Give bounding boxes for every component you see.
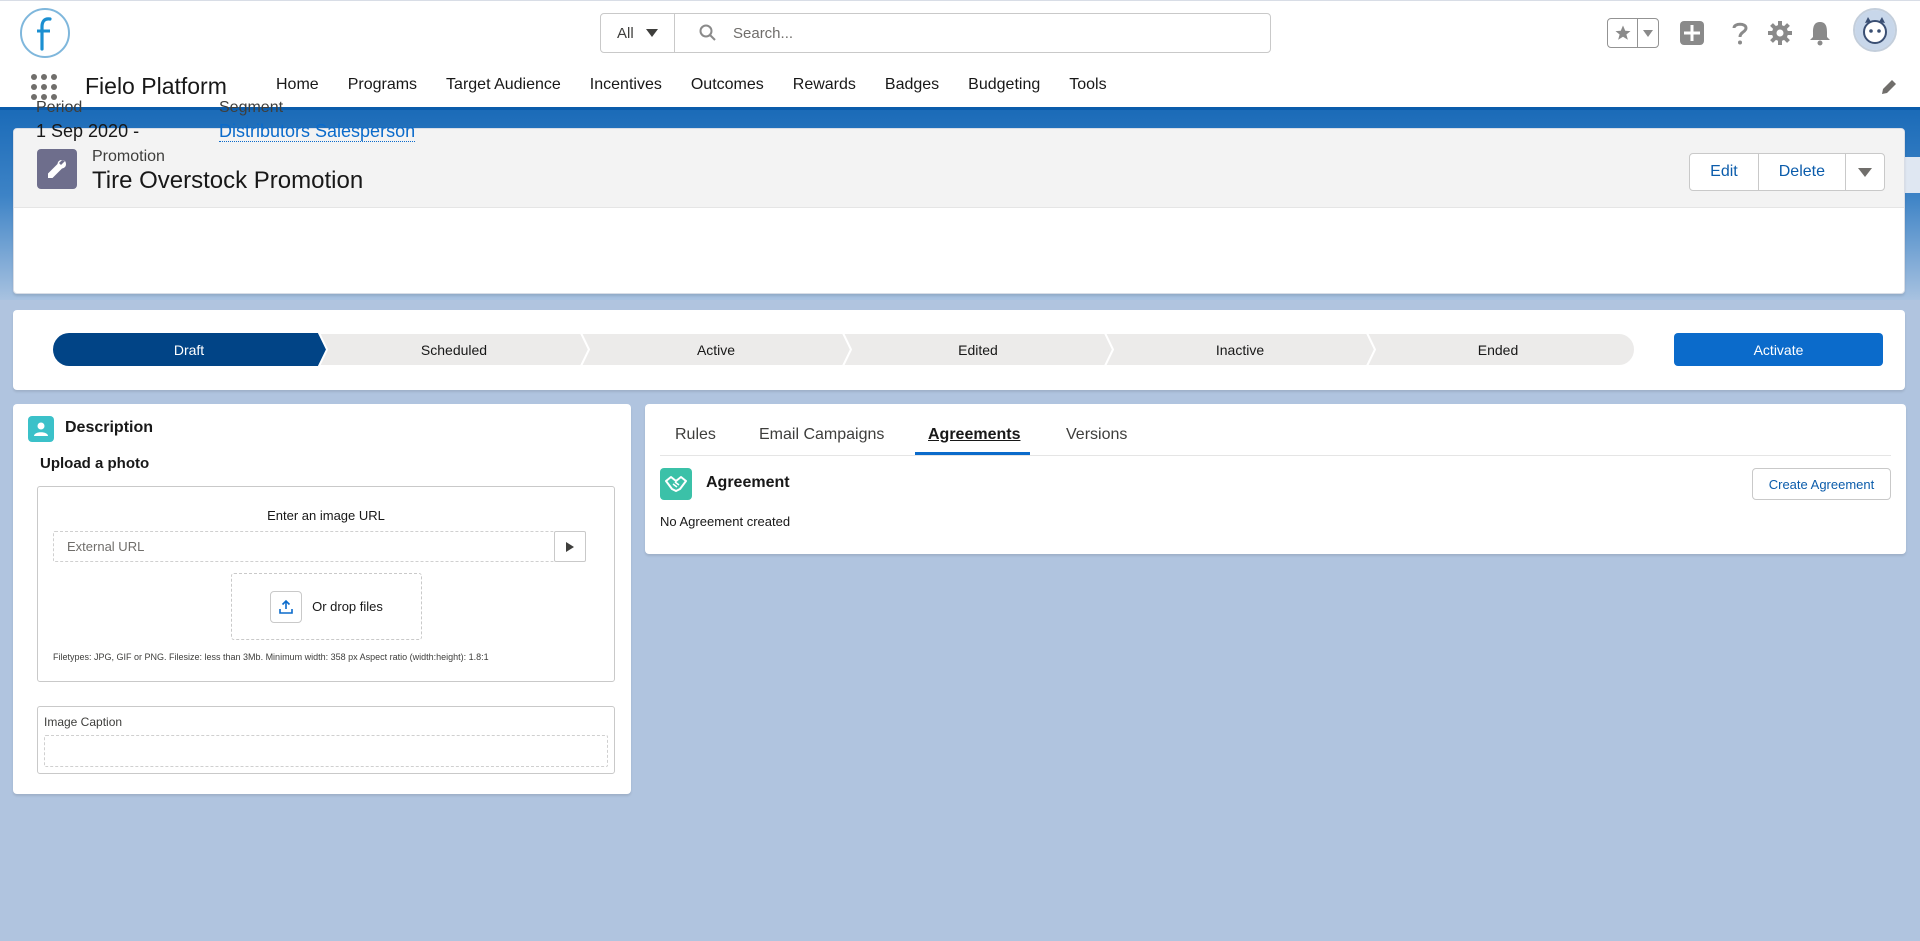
search-input[interactable] (733, 24, 1233, 42)
segment-link[interactable]: Distributors Salesperson (219, 121, 416, 142)
file-drop-zone[interactable]: Or drop files (231, 573, 422, 640)
period-label: Period (36, 99, 83, 116)
tab-rules[interactable]: Rules (675, 426, 716, 456)
app-launcher-icon[interactable] (30, 73, 58, 101)
filetypes-note: Filetypes: JPG, GIF or PNG. Filesize: le… (53, 652, 489, 662)
setup-button[interactable] (1766, 19, 1794, 47)
tab-versions[interactable]: Versions (1066, 426, 1127, 456)
path-stage-ended[interactable]: Ended (1367, 333, 1629, 366)
record-header: Promotion Tire Overstock Promotion Edit … (13, 128, 1905, 294)
help-icon (1732, 22, 1748, 45)
nav-item-rewards[interactable]: Rewards (793, 76, 856, 94)
active-tab-indicator (915, 452, 1030, 455)
nav-item-incentives[interactable]: Incentives (590, 76, 662, 94)
segment-value-wrap: Distributors Salesperson (219, 121, 416, 142)
path-stage-inactive[interactable]: Inactive (1109, 333, 1371, 366)
agreement-icon (660, 468, 692, 500)
image-caption-box: Image Caption (37, 706, 615, 774)
search-scope-label: All (617, 24, 634, 42)
image-caption-input[interactable] (44, 735, 608, 767)
image-upload-box: Enter an image URL Or drop files Filetyp… (37, 486, 615, 682)
bell-icon (1810, 22, 1830, 46)
create-agreement-button[interactable]: Create Agreement (1752, 468, 1891, 500)
related-tabs-card: Rules Email Campaigns Agreements Version… (645, 404, 1906, 554)
record-title: Tire Overstock Promotion (92, 167, 364, 194)
chevron-down-icon (645, 29, 658, 37)
agreement-title: Agreement (706, 474, 790, 491)
upload-photo-title: Upload a photo (40, 455, 150, 472)
app-logo[interactable] (20, 8, 70, 58)
gear-icon (1768, 21, 1792, 45)
description-card: Description Upload a photo Enter an imag… (13, 404, 631, 794)
record-type: Promotion (92, 148, 165, 165)
favorites-button[interactable] (1608, 19, 1638, 47)
status-path: Draft Scheduled Active Edited Inactive E… (13, 310, 1905, 390)
nav-item-home[interactable]: Home (276, 76, 319, 94)
add-icon (1680, 21, 1704, 45)
nav-item-target-audience[interactable]: Target Audience (446, 76, 561, 94)
app-name: Fielo Platform (85, 73, 227, 99)
record-actions: Edit Delete (1689, 153, 1885, 191)
global-header: All (0, 0, 1920, 64)
image-url-label: Enter an image URL (267, 508, 385, 523)
path-stage-active[interactable]: Active (585, 333, 847, 366)
help-button[interactable] (1726, 19, 1754, 47)
image-caption-label: Image Caption (44, 715, 123, 729)
search-scope-dropdown[interactable]: All (601, 14, 675, 52)
contact-icon (28, 416, 54, 442)
global-actions-button[interactable] (1678, 19, 1706, 47)
nav-item-outcomes[interactable]: Outcomes (691, 76, 764, 94)
favorites-dropdown[interactable] (1638, 19, 1658, 47)
activate-button[interactable]: Activate (1674, 333, 1883, 366)
play-icon (566, 541, 574, 552)
search-icon (699, 24, 716, 41)
url-submit-button[interactable] (554, 531, 586, 562)
period-value: 1 Sep 2020 - (36, 121, 140, 141)
no-agreement-text: No Agreement created (660, 514, 791, 529)
user-avatar[interactable] (1853, 8, 1897, 52)
star-icon (1615, 25, 1630, 40)
wrench-icon (37, 149, 77, 189)
path-stages: Draft Scheduled Active Edited Inactive E… (53, 333, 1635, 366)
pencil-icon[interactable] (1880, 78, 1898, 96)
chevron-down-icon (1643, 29, 1653, 37)
external-url-input[interactable] (53, 531, 555, 562)
more-actions-button[interactable] (1846, 154, 1884, 190)
fielo-logo-icon (37, 17, 52, 51)
tab-bar: Rules Email Campaigns Agreements Version… (660, 404, 1891, 456)
astro-avatar-icon (1855, 10, 1895, 50)
person-icon (34, 422, 48, 436)
global-search: All (600, 13, 1271, 53)
nav-item-budgeting[interactable]: Budgeting (968, 76, 1040, 94)
segment-label: Segment (219, 99, 284, 116)
chevron-down-icon (1858, 167, 1872, 177)
path-stage-scheduled[interactable]: Scheduled (323, 333, 585, 366)
upload-icon (279, 599, 293, 614)
nav-item-tools[interactable]: Tools (1069, 76, 1106, 94)
drop-files-label: Or drop files (312, 599, 383, 614)
nav-items: Home Programs Target Audience Incentives… (276, 76, 1136, 94)
nav-item-programs[interactable]: Programs (348, 76, 417, 94)
description-title: Description (65, 419, 154, 436)
path-stage-edited[interactable]: Edited (847, 333, 1109, 366)
upload-button[interactable] (270, 590, 303, 623)
handshake-icon (665, 476, 687, 492)
app-navigation: Fielo Platform Home Programs Target Audi… (0, 64, 1920, 110)
edit-button[interactable]: Edit (1690, 154, 1759, 190)
delete-button[interactable]: Delete (1759, 154, 1846, 190)
notifications-button[interactable] (1806, 19, 1834, 47)
nav-item-badges[interactable]: Badges (885, 76, 939, 94)
favorites-group (1607, 18, 1659, 48)
path-stage-draft[interactable]: Draft (58, 333, 320, 366)
wrench-glyph-icon (48, 160, 66, 178)
tab-email-campaigns[interactable]: Email Campaigns (759, 426, 884, 456)
